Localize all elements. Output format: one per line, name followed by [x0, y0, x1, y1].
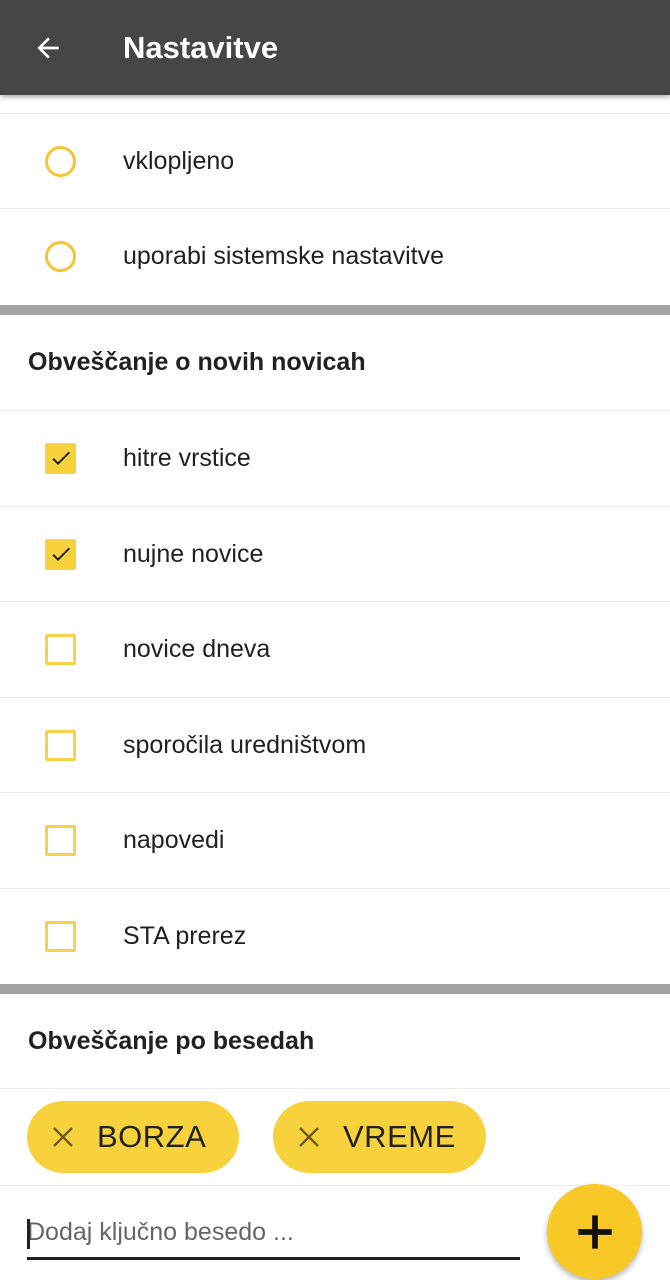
- checkbox-item-sta-overview[interactable]: STA prerez: [0, 888, 670, 983]
- checkbox-label: STA prerez: [123, 921, 247, 950]
- checkbox-item-quick-lines[interactable]: hitre vrstice: [0, 410, 670, 505]
- checkbox-item-editorial-messages[interactable]: sporočila uredništvom: [0, 697, 670, 792]
- chip-label: VREME: [343, 1119, 456, 1154]
- app-bar: Nastavitve: [0, 0, 670, 95]
- arrow-left-icon: [37, 37, 59, 59]
- check-icon: [51, 547, 70, 561]
- checkbox-item-news-of-day[interactable]: novice dneva: [0, 601, 670, 696]
- close-icon[interactable]: [297, 1125, 321, 1149]
- back-button[interactable]: [26, 26, 70, 70]
- section-divider: [0, 984, 670, 994]
- section-title-news: Obveščanje o novih novicah: [28, 348, 366, 376]
- keyword-chip-borza[interactable]: BORZA: [27, 1101, 239, 1173]
- checkbox-item-urgent-news[interactable]: nujne novice: [0, 506, 670, 601]
- close-icon[interactable]: [51, 1125, 75, 1149]
- checkbox[interactable]: [45, 538, 76, 570]
- plus-icon: [577, 1214, 612, 1249]
- checkbox[interactable]: [45, 824, 76, 856]
- radio-option-label: uporabi sistemske nastavitve: [123, 241, 444, 270]
- keyword-chips: BORZA VREME: [0, 1088, 670, 1185]
- checkbox[interactable]: [45, 633, 76, 665]
- checkbox-item-forecasts[interactable]: napovedi: [0, 792, 670, 887]
- chip-label: BORZA: [97, 1119, 207, 1154]
- section-divider: [0, 305, 670, 315]
- radio-option-label: vklopljeno: [123, 146, 235, 175]
- keyword-input[interactable]: [27, 1208, 520, 1260]
- radio-button[interactable]: [45, 145, 76, 177]
- checkbox[interactable]: [45, 729, 76, 761]
- keyword-chip-vreme[interactable]: VREME: [273, 1101, 486, 1173]
- checkbox-label: sporočila uredništvom: [123, 730, 367, 759]
- radio-button[interactable]: [45, 240, 76, 272]
- checkbox-label: novice dneva: [123, 634, 271, 663]
- radio-option-enabled[interactable]: vklopljeno: [0, 113, 670, 208]
- page-title: Nastavitve: [123, 30, 279, 65]
- checkbox[interactable]: [45, 920, 76, 952]
- check-icon: [51, 451, 70, 465]
- checkbox-label: nujne novice: [123, 539, 264, 568]
- section-title-keywords: Obveščanje po besedah: [28, 1027, 315, 1055]
- checkbox-label: hitre vrstice: [123, 443, 251, 472]
- add-keyword-button[interactable]: [547, 1184, 642, 1279]
- checkbox[interactable]: [45, 442, 76, 474]
- checkbox-label: napovedi: [123, 825, 225, 854]
- radio-option-system[interactable]: uporabi sistemske nastavitve: [0, 208, 670, 303]
- text-cursor: [27, 1219, 30, 1249]
